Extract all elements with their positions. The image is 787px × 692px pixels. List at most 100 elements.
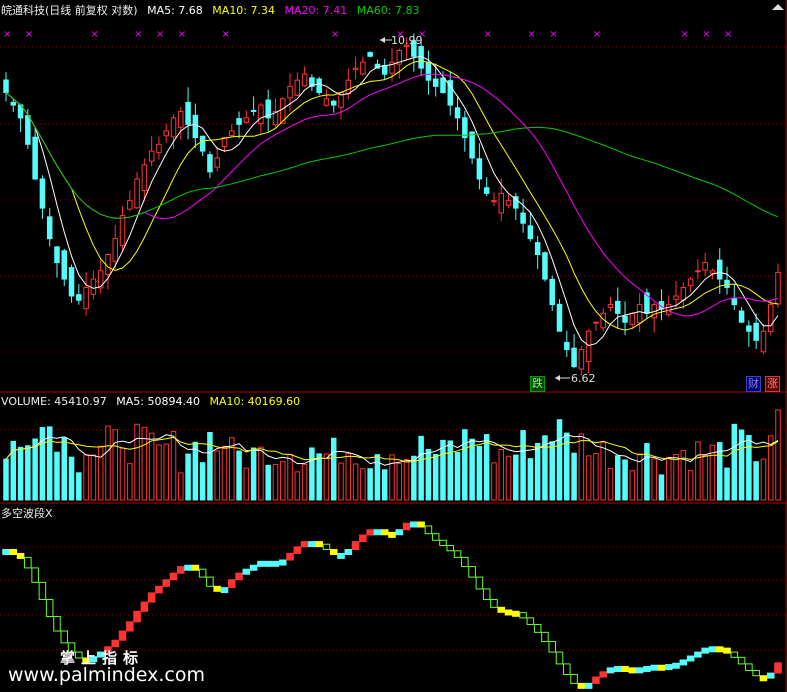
zhang-badge[interactable]: 涨 bbox=[765, 376, 780, 392]
indicator-bar bbox=[337, 552, 345, 559]
die-badge[interactable]: 跌 bbox=[530, 376, 545, 392]
indicator-name[interactable]: 多空波段X bbox=[1, 507, 53, 520]
indicator-bar bbox=[694, 651, 702, 658]
candle-body bbox=[214, 157, 220, 168]
candle-body bbox=[323, 98, 330, 106]
indicator-bar bbox=[745, 663, 753, 671]
ma20-line bbox=[5, 73, 779, 317]
candle-body bbox=[622, 315, 628, 323]
indicator-bar bbox=[264, 560, 272, 567]
indicator-bar bbox=[417, 521, 425, 528]
signal-mark: × bbox=[221, 29, 229, 40]
volume-bar bbox=[571, 452, 577, 501]
volume-bar bbox=[687, 470, 694, 501]
indicator-bar bbox=[140, 601, 149, 612]
candle-body bbox=[607, 304, 614, 308]
volume-bar bbox=[585, 455, 592, 501]
volume-bar bbox=[389, 454, 395, 501]
signal-mark: × bbox=[3, 29, 11, 40]
candle-body bbox=[425, 62, 432, 81]
indicator-bar bbox=[300, 541, 309, 548]
candle-body bbox=[680, 286, 687, 301]
candle-body bbox=[316, 78, 322, 94]
volume-bar bbox=[90, 454, 97, 501]
volume-bar bbox=[534, 443, 541, 501]
volume-bar bbox=[593, 453, 599, 501]
candle-body bbox=[571, 347, 577, 368]
indicator-bar bbox=[672, 662, 680, 669]
volume-bar bbox=[76, 472, 82, 501]
volume-bar bbox=[702, 454, 708, 501]
indicator-bar bbox=[395, 529, 404, 536]
indicator-bar bbox=[169, 572, 178, 581]
ma20-value: MA20: 7.41 bbox=[284, 4, 348, 17]
candle-body bbox=[178, 110, 184, 128]
volume-ma10-value: MA10: 40169.60 bbox=[209, 395, 301, 408]
candle-body bbox=[556, 303, 563, 332]
candle-body bbox=[119, 215, 126, 246]
volume-bar bbox=[178, 472, 184, 501]
volume-bar bbox=[644, 443, 650, 501]
signal-mark: × bbox=[90, 29, 98, 40]
volume-bar bbox=[345, 453, 352, 501]
candle-body bbox=[148, 150, 155, 162]
ma10-line bbox=[5, 60, 779, 331]
indicator-header: 多空波段X bbox=[1, 505, 59, 521]
indicator-bar bbox=[366, 529, 374, 536]
volume-bar bbox=[105, 425, 111, 501]
high-price-label: 10.99 bbox=[391, 34, 423, 47]
top-right-arrow-icon[interactable] bbox=[772, 4, 784, 10]
indicator-bar bbox=[431, 533, 440, 541]
volume-bar bbox=[527, 458, 534, 501]
candle-body bbox=[141, 164, 148, 192]
volume-bar bbox=[316, 453, 322, 501]
candle-body bbox=[738, 310, 745, 323]
indicator-bar bbox=[555, 651, 564, 665]
cai-badge[interactable]: 财 bbox=[746, 376, 761, 392]
candle-body bbox=[345, 79, 352, 95]
indicator-bar bbox=[257, 560, 265, 567]
volume-bar bbox=[287, 453, 293, 501]
volume-value: VOLUME: 45410.97 bbox=[1, 395, 107, 408]
volume-bar bbox=[127, 463, 133, 501]
indicator-bar bbox=[293, 546, 302, 554]
indicator-bar bbox=[446, 545, 455, 552]
indicator-bar bbox=[730, 651, 739, 658]
volume-bar bbox=[294, 471, 301, 501]
volume-bar bbox=[367, 468, 373, 501]
candle-body bbox=[673, 295, 679, 300]
volume-bar bbox=[665, 456, 672, 501]
indicator-bar bbox=[162, 579, 171, 587]
volume-bar bbox=[476, 445, 483, 501]
indicator-bar bbox=[278, 559, 287, 566]
volume-bar bbox=[411, 455, 417, 501]
indicator-bar bbox=[9, 548, 18, 555]
signal-mark: × bbox=[178, 29, 186, 40]
volume-bar bbox=[447, 440, 454, 501]
indicator-bar bbox=[177, 566, 185, 574]
indicator-bar bbox=[126, 621, 134, 632]
volume-bar bbox=[25, 445, 31, 501]
signal-mark: × bbox=[680, 29, 688, 40]
volume-bar bbox=[600, 441, 606, 501]
indicator-bar bbox=[359, 534, 367, 543]
candle-body bbox=[578, 349, 585, 370]
stock-label[interactable]: 皖通科技(日线 前复权 对数) bbox=[1, 4, 138, 17]
volume-bar bbox=[214, 450, 220, 501]
candle-body bbox=[112, 238, 119, 262]
indicator-bar bbox=[147, 592, 156, 603]
volume-bar bbox=[629, 470, 636, 501]
volume-bar bbox=[309, 447, 315, 501]
volume-bar bbox=[491, 462, 497, 501]
volume-ma5-value: MA5: 50894.40 bbox=[116, 395, 200, 408]
candle-body bbox=[236, 118, 242, 125]
indicator-bar bbox=[650, 664, 658, 671]
candle-body bbox=[636, 304, 643, 324]
candle-body bbox=[724, 279, 730, 288]
candle-body bbox=[185, 101, 191, 125]
candle-body bbox=[564, 341, 570, 351]
signal-mark: × bbox=[134, 29, 142, 40]
candle-body bbox=[207, 154, 213, 173]
indicator-bar bbox=[53, 616, 61, 632]
indicator-bar bbox=[737, 656, 746, 665]
